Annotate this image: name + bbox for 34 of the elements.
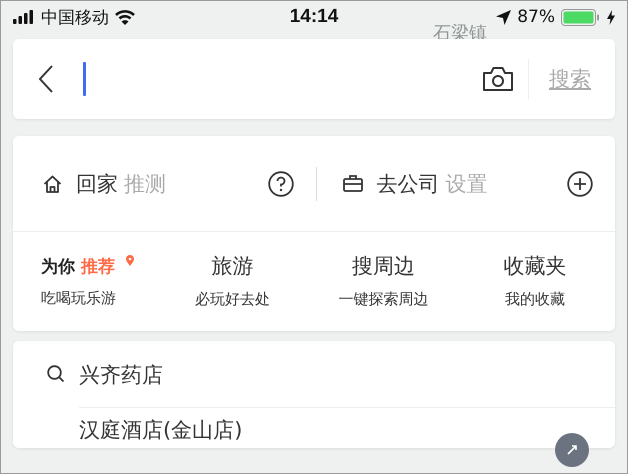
category-subtitle: 我的收藏 [504,290,565,309]
category-highlight: 推荐 [81,256,115,278]
wifi-icon [115,10,135,24]
shortcut-label[interactable]: 回家 [76,170,118,198]
category-subtitle: 吃喝玩乐游 [41,289,116,308]
add-icon[interactable] [567,170,593,196]
arrows-icon [566,444,578,456]
help-icon[interactable] [268,170,294,196]
category-title: 收藏夹 [503,253,566,280]
category-button[interactable]: 为你 推荐 吃喝玩乐游 [41,252,151,309]
camera-icon[interactable] [482,66,514,92]
category-subtitle: 必玩好去处 [194,290,270,309]
category-title: 搜周边 [352,253,416,280]
floating-map-button[interactable] [555,433,589,467]
house-icon [43,174,62,192]
battery-icon [560,8,601,26]
location-pin-icon [126,255,134,266]
signal-icon [13,10,35,24]
shortcut-label[interactable]: 去公司 [376,170,440,198]
location-arrow-icon [496,10,512,24]
category-title: 为你 [41,256,75,278]
battery-percent: 87% [517,7,555,27]
search-icon [47,365,65,383]
category-button[interactable]: 搜周边 一键探索周边 [314,252,454,309]
category-title: 旅游 [211,253,254,280]
category-button[interactable]: 旅游 必玩好去处 [162,252,302,309]
back-chevron-icon [39,65,53,93]
back-button[interactable] [39,65,53,93]
briefcase-icon [342,175,362,192]
status-time: 14:14 [290,6,338,28]
category-subtitle: 一键探索周边 [338,290,429,309]
category-button[interactable]: 收藏夹 我的收藏 [464,252,605,309]
history-item[interactable]: 兴齐药店 [13,341,615,407]
carrier-name: 中国移动 [41,6,109,28]
